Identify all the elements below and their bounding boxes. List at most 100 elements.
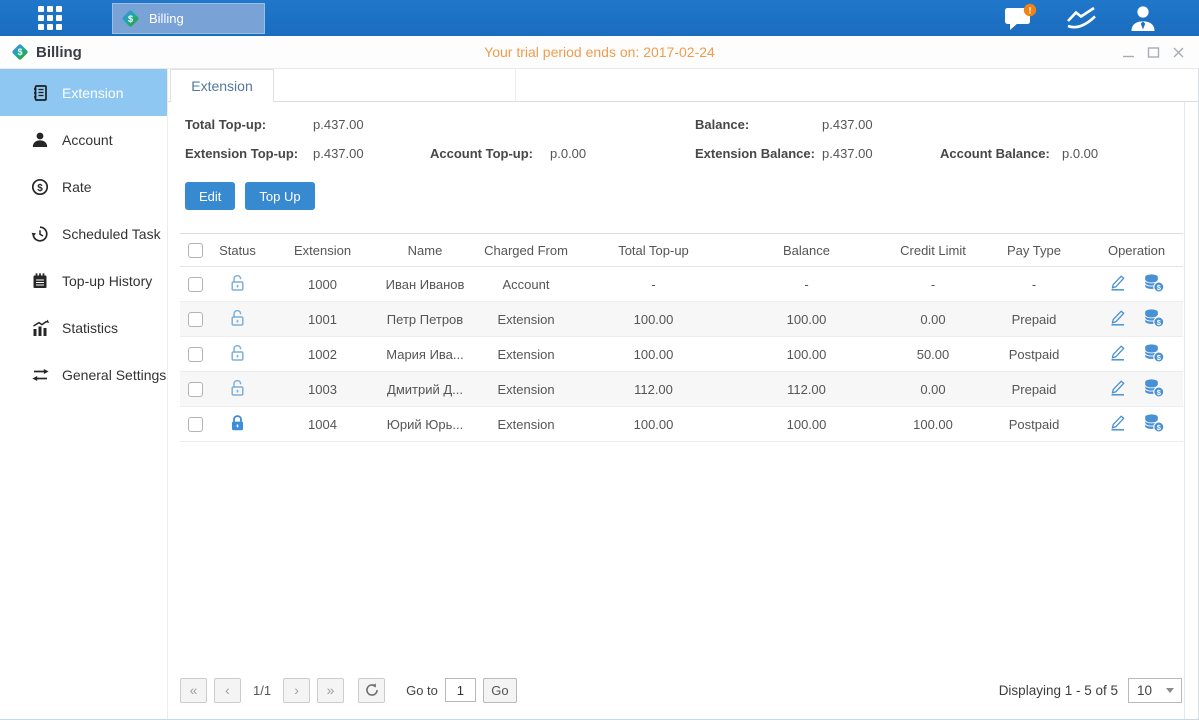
column-header: Credit Limit — [888, 234, 978, 267]
sidebar-item-label: Top-up History — [62, 273, 152, 289]
bar-chart-icon — [30, 319, 50, 337]
lock-status-icon — [229, 274, 246, 292]
user-account-icon[interactable] — [1127, 4, 1159, 32]
billing-diamond-icon: $ — [120, 8, 141, 29]
sidebar-item-label: Statistics — [62, 320, 118, 336]
tab-slot — [274, 69, 516, 101]
sidebar-item-statistics[interactable]: Statistics — [0, 304, 167, 351]
row-checkbox[interactable] — [188, 382, 203, 397]
pagination-bar: « ‹ 1/1 › » Go to Go Displaying 1 - 5 of… — [168, 667, 1184, 719]
person-icon — [30, 131, 50, 149]
column-header: Name — [380, 234, 470, 267]
sidebar-item-general-settings[interactable]: General Settings — [0, 351, 167, 398]
extension-topup-value: p.437.00 — [313, 146, 430, 161]
account-topup-value: p.0.00 — [550, 146, 695, 161]
first-page-button[interactable]: « — [180, 678, 207, 703]
sidebar-item-topup-history[interactable]: Top-up History — [0, 257, 167, 304]
row-checkbox[interactable] — [188, 417, 203, 432]
go-button[interactable]: Go — [483, 678, 517, 703]
messages-icon[interactable]: ! — [1003, 3, 1039, 33]
sidebar-item-account[interactable]: Account — [0, 116, 167, 163]
row-checkbox[interactable] — [188, 277, 203, 292]
edit-row-icon[interactable] — [1108, 273, 1127, 292]
svg-text:$: $ — [18, 47, 23, 57]
table-row[interactable]: 1000 Иван Иванов Account - - - - $ — [180, 267, 1183, 302]
topup-coins-icon[interactable]: $ — [1143, 378, 1165, 398]
extension-balance-label: Extension Balance: — [695, 146, 822, 161]
close-icon[interactable] — [1172, 46, 1185, 59]
column-header: Charged From — [470, 234, 582, 267]
next-page-button[interactable]: › — [283, 678, 310, 703]
billing-summary: Total Top-up: p.437.00 Balance: p.437.00… — [185, 117, 1184, 161]
svg-text:$: $ — [128, 13, 133, 23]
tab-strip: Extension — [168, 69, 1198, 102]
edit-row-icon[interactable] — [1108, 308, 1127, 327]
prev-page-button[interactable]: ‹ — [214, 678, 241, 703]
page-size-select[interactable]: 10 — [1128, 678, 1182, 703]
sidebar-item-label: Rate — [62, 179, 92, 195]
maximize-icon[interactable] — [1147, 46, 1160, 59]
account-balance-label: Account Balance: — [940, 146, 1062, 161]
page-size-value: 10 — [1137, 683, 1152, 698]
sidebar: Extension Account $ Rate Scheduled Task … — [0, 69, 168, 719]
table-body: 1000 Иван Иванов Account - - - - $ 1001 … — [180, 267, 1183, 442]
apps-grid-icon[interactable] — [38, 6, 68, 31]
swap-arrows-icon — [30, 367, 50, 383]
statistics-chart-icon[interactable] — [1065, 5, 1101, 32]
goto-label: Go to — [406, 683, 438, 698]
sidebar-item-label: General Settings — [62, 367, 166, 383]
topup-coins-icon[interactable]: $ — [1143, 343, 1165, 363]
column-header: Operation — [1090, 234, 1183, 267]
row-checkbox[interactable] — [188, 347, 203, 362]
column-header: Extension — [265, 234, 380, 267]
select-all-checkbox[interactable] — [188, 243, 203, 258]
refresh-button[interactable] — [358, 678, 385, 703]
trial-notice: Your trial period ends on: 2017-02-24 — [0, 44, 1199, 60]
topup-coins-icon[interactable]: $ — [1143, 413, 1165, 433]
extension-table: StatusExtensionNameCharged FromTotal Top… — [180, 233, 1183, 442]
table-row[interactable]: 1001 Петр Петров Extension 100.00 100.00… — [180, 302, 1183, 337]
sidebar-item-extension[interactable]: Extension — [0, 69, 167, 116]
svg-text:$: $ — [37, 182, 43, 193]
tab-extension[interactable]: Extension — [170, 69, 274, 103]
edit-row-icon[interactable] — [1108, 413, 1127, 432]
topup-button[interactable]: Top Up — [245, 182, 314, 210]
row-checkbox[interactable] — [188, 312, 203, 327]
page-indicator: 1/1 — [253, 683, 271, 698]
topup-coins-icon[interactable]: $ — [1143, 308, 1165, 328]
last-page-button[interactable]: » — [317, 678, 344, 703]
sidebar-item-scheduled-task[interactable]: Scheduled Task — [0, 210, 167, 257]
topup-coins-icon[interactable]: $ — [1143, 273, 1165, 293]
lock-status-icon — [229, 344, 246, 362]
account-topup-label: Account Top-up: — [430, 146, 550, 161]
balance-label: Balance: — [695, 117, 822, 132]
table-row[interactable]: 1004 Юрий Юрь... Extension 100.00 100.00… — [180, 407, 1183, 442]
sidebar-item-label: Scheduled Task — [62, 226, 161, 242]
window-title-bar: Your trial period ends on: 2017-02-24 $ … — [0, 36, 1199, 69]
sidebar-item-rate[interactable]: $ Rate — [0, 163, 167, 210]
goto-page-input[interactable] — [445, 678, 476, 702]
lock-status-icon — [229, 379, 246, 397]
column-header: Total Top-up — [582, 234, 725, 267]
window-title: Billing — [36, 44, 82, 61]
table-row[interactable]: 1002 Мария Ива... Extension 100.00 100.0… — [180, 337, 1183, 372]
dollar-circle-icon: $ — [30, 178, 50, 196]
minimize-icon[interactable] — [1122, 46, 1135, 59]
billing-diamond-icon: $ — [10, 42, 30, 62]
edit-button[interactable]: Edit — [185, 182, 235, 210]
history-clock-icon — [30, 225, 50, 243]
column-header: Pay Type — [978, 234, 1090, 267]
sidebar-item-label: Account — [62, 132, 113, 148]
edit-row-icon[interactable] — [1108, 343, 1127, 362]
taskbar-item-label: Billing — [149, 11, 184, 26]
toolbar: Edit Top Up — [185, 182, 1184, 210]
total-topup-value: p.437.00 — [313, 117, 430, 132]
table-row[interactable]: 1003 Дмитрий Д... Extension 112.00 112.0… — [180, 372, 1183, 407]
svg-text:!: ! — [1029, 5, 1032, 15]
total-topup-label: Total Top-up: — [185, 117, 313, 132]
taskbar-item-billing[interactable]: $ Billing — [112, 3, 265, 34]
lock-status-icon — [229, 414, 246, 432]
balance-value: p.437.00 — [822, 117, 940, 132]
ledger-icon — [30, 272, 50, 290]
edit-row-icon[interactable] — [1108, 378, 1127, 397]
